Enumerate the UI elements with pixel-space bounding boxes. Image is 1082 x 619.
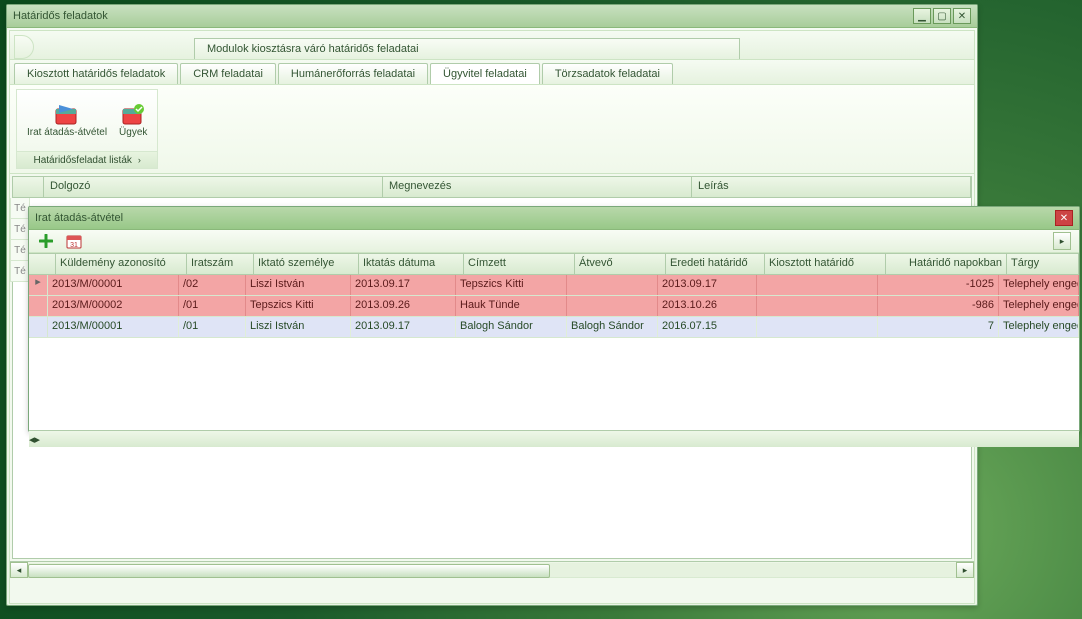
cell-eh: 2013.10.26 xyxy=(658,296,757,316)
ribbon-btn-label: Ügyek xyxy=(119,127,147,138)
col-kiosztott-hatarido[interactable]: Kiosztott határidő xyxy=(765,254,886,274)
cell-at xyxy=(567,275,658,295)
cell-at: Balogh Sándor xyxy=(567,317,658,337)
ribbon-wedge[interactable] xyxy=(14,35,34,59)
col-targy[interactable]: Tárgy xyxy=(1007,254,1079,274)
cell-ik: Tepszics Kitti xyxy=(246,296,351,316)
cell-eh: 2013.09.17 xyxy=(658,275,757,295)
cell-dt: 2013.09.17 xyxy=(351,317,456,337)
table-row[interactable]: 2013/M/00002/01Tepszics Kitti2013.09.26H… xyxy=(29,296,1079,317)
row-selector[interactable]: ▸ xyxy=(29,275,48,295)
col-dolgozo[interactable]: Dolgozó xyxy=(44,177,383,197)
scroll-right-toolbar-button[interactable]: ▸ xyxy=(1053,232,1071,250)
plus-icon xyxy=(39,234,53,248)
col-eredeti-hatarido[interactable]: Eredeti határidő xyxy=(666,254,765,274)
close-button[interactable]: ✕ xyxy=(953,8,971,24)
maximize-button[interactable]: ▢ xyxy=(933,8,951,24)
cell-dt: 2013.09.17 xyxy=(351,275,456,295)
col-iratszam[interactable]: Iratszám xyxy=(187,254,254,274)
cell-eh: 2016.07.15 xyxy=(658,317,757,337)
tab-crm[interactable]: CRM feladatai xyxy=(180,63,276,84)
main-hscrollbar[interactable]: ◂ ▸ xyxy=(10,561,974,578)
cell-tg: Telephely engedélyeztetés xyxy=(999,296,1079,316)
scroll-right-button[interactable]: ▸ xyxy=(35,433,41,446)
cell-hn: -1025 xyxy=(878,275,999,295)
chevron-right-icon: › xyxy=(138,155,141,165)
col-iktatas-datuma[interactable]: Iktatás dátuma xyxy=(359,254,464,274)
cell-at xyxy=(567,296,658,316)
tab-torzsadatok[interactable]: Törzsadatok feladatai xyxy=(542,63,673,84)
ribbon-btn-label: Irat átadás-átvétel xyxy=(27,127,107,138)
col-atvevo[interactable]: Átvevő xyxy=(575,254,666,274)
cell-kh xyxy=(757,275,878,295)
cell-ir: /02 xyxy=(179,275,246,295)
ribbon-group-label[interactable]: Határidősfeladat listák› xyxy=(17,151,157,168)
sub-grid-header: Küldemény azonosító Iratszám Iktató szem… xyxy=(29,253,1079,275)
cell-id: 2013/M/00001 xyxy=(48,275,179,295)
ribbon-group-hataridos: Irat átadás-átvétel Ügyek Határidősfelad… xyxy=(16,89,158,169)
cell-ik: Liszi István xyxy=(246,317,351,337)
scroll-right-button[interactable]: ▸ xyxy=(956,562,974,578)
row-selector-header[interactable] xyxy=(13,177,44,197)
sub-window: Irat átadás-átvétel ✕ 31 ▸ Küldemény azo… xyxy=(28,206,1080,432)
col-megnevezes[interactable]: Megnevezés xyxy=(383,177,692,197)
main-titlebar[interactable]: Határidős feladatok ▁ ▢ ✕ xyxy=(7,5,977,28)
tab-ugyvitel[interactable]: Ügyvitel feladatai xyxy=(430,63,540,84)
cell-hn: -986 xyxy=(878,296,999,316)
tab-group-label: Modulok kiosztásra váró határidős felada… xyxy=(194,38,740,59)
col-kuldemeny[interactable]: Küldemény azonosító xyxy=(56,254,187,274)
cell-cm: Hauk Tünde xyxy=(456,296,567,316)
calendar-button[interactable]: 31 xyxy=(65,232,83,250)
cell-cm: Tepszics Kitti xyxy=(456,275,567,295)
table-row[interactable]: 2013/M/00001/01Liszi István2013.09.17Bal… xyxy=(29,317,1079,338)
cell-ir: /01 xyxy=(179,296,246,316)
sub-grid: Küldemény azonosító Iratszám Iktató szem… xyxy=(29,253,1079,430)
tab-kiosztott[interactable]: Kiosztott határidős feladatok xyxy=(14,63,178,84)
ribbon-btn-ugyek[interactable]: Ügyek xyxy=(119,103,147,138)
cell-dt: 2013.09.26 xyxy=(351,296,456,316)
main-grid-row-stubs: Té Té Té Té xyxy=(10,198,30,282)
col-hatarido-napokban[interactable]: Határidő napokban xyxy=(886,254,1007,274)
sub-hscrollbar[interactable]: ◂ ▸ xyxy=(29,430,1079,447)
cell-ik: Liszi István xyxy=(246,275,351,295)
calendar-ok-icon xyxy=(119,103,147,127)
ribbon-btn-irat-atadas[interactable]: Irat átadás-átvétel xyxy=(27,103,107,138)
scroll-left-button[interactable]: ◂ xyxy=(10,562,28,578)
calendar-icon: 31 xyxy=(66,233,82,249)
cell-cm: Balogh Sándor xyxy=(456,317,567,337)
sub-toolbar: 31 ▸ xyxy=(29,230,1079,253)
cell-tg: Telephely engedélyeztetés melléklet xyxy=(999,275,1079,295)
cell-kh xyxy=(757,296,878,316)
row-selector[interactable] xyxy=(29,317,48,337)
calendar-transfer-icon xyxy=(53,103,81,127)
cell-tg: Telephely engedélyeztetés xyxy=(999,317,1079,337)
add-button[interactable] xyxy=(37,232,55,250)
table-row[interactable]: ▸2013/M/00001/02Liszi István2013.09.17Te… xyxy=(29,275,1079,296)
cell-id: 2013/M/00001 xyxy=(48,317,179,337)
row-selector-header[interactable] xyxy=(29,254,56,274)
svg-text:31: 31 xyxy=(70,242,78,249)
main-title: Határidős feladatok xyxy=(13,10,108,22)
tab-humaneroforras[interactable]: Humánerőforrás feladatai xyxy=(278,63,428,84)
ribbon: Irat átadás-átvétel Ügyek Határidősfelad… xyxy=(10,85,974,174)
sub-titlebar[interactable]: Irat átadás-átvétel ✕ xyxy=(29,207,1079,230)
col-leiras[interactable]: Leírás xyxy=(692,177,971,197)
cell-kh xyxy=(757,317,878,337)
cell-ir: /01 xyxy=(179,317,246,337)
col-cimzett[interactable]: Címzett xyxy=(464,254,575,274)
sub-title: Irat átadás-átvétel xyxy=(35,212,123,224)
cell-hn: 7 xyxy=(878,317,999,337)
sub-close-button[interactable]: ✕ xyxy=(1055,210,1073,226)
row-selector[interactable] xyxy=(29,296,48,316)
minimize-button[interactable]: ▁ xyxy=(913,8,931,24)
cell-id: 2013/M/00002 xyxy=(48,296,179,316)
col-iktato[interactable]: Iktató személye xyxy=(254,254,359,274)
